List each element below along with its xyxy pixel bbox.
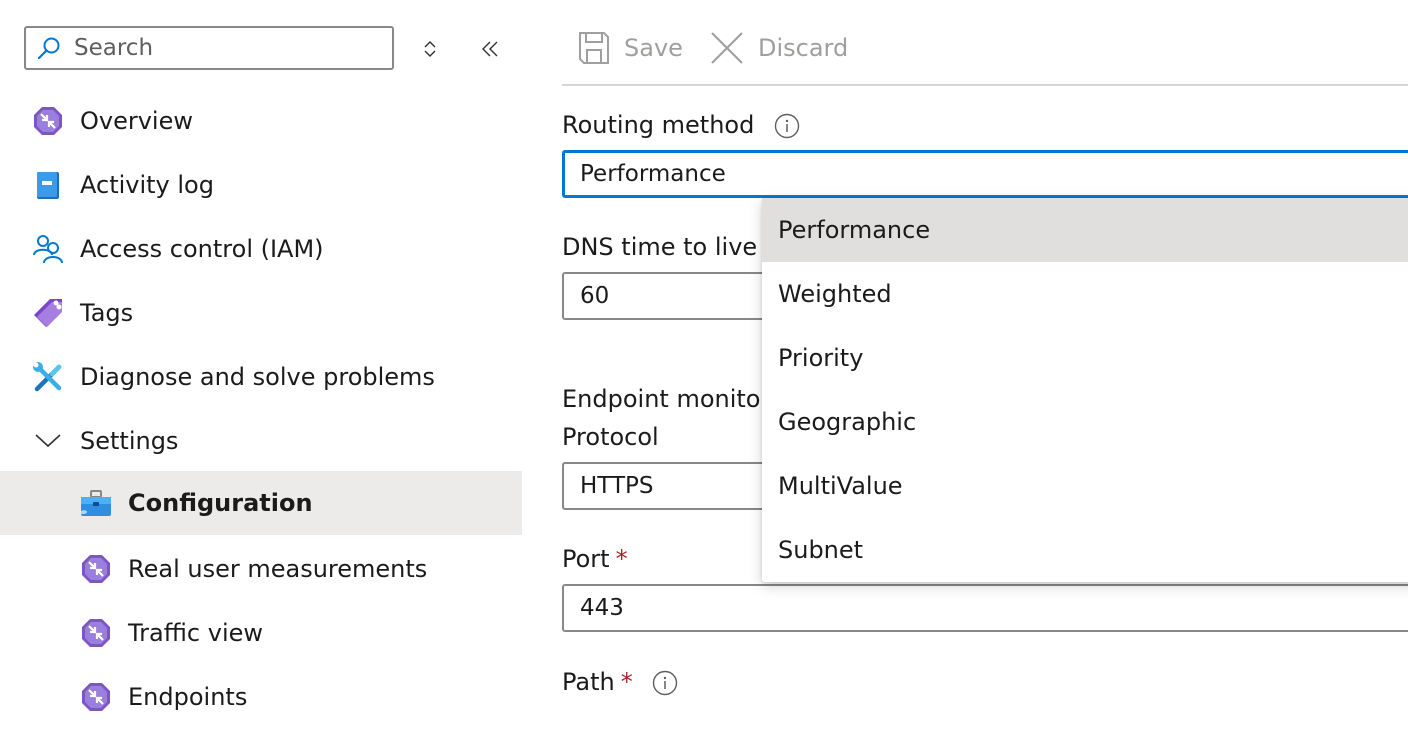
sidebar-item-label: Configuration	[128, 489, 313, 517]
traffic-manager-icon	[34, 107, 62, 135]
protocol-label: Protocol	[562, 423, 659, 451]
required-asterisk: *	[620, 668, 633, 696]
discard-button[interactable]: Discard	[710, 28, 848, 68]
info-icon[interactable]	[652, 670, 678, 696]
sidebar-item-label: Activity log	[80, 171, 214, 199]
routing-method-dropdown[interactable]: Performance	[562, 150, 1408, 198]
sidebar-item-label: Diagnose and solve problems	[80, 363, 435, 391]
expand-collapse-all-button[interactable]	[418, 34, 442, 64]
routing-method-options: Performance Weighted Priority Geographic…	[762, 198, 1408, 582]
sidebar-item-traffic-view[interactable]: Traffic view	[0, 601, 522, 665]
sidebar-item-endpoints[interactable]: Endpoints	[0, 665, 522, 729]
endpoint-monitor-heading: Endpoint monitor	[562, 385, 771, 413]
collapse-sidebar-button[interactable]	[478, 34, 502, 64]
port-value: 443	[580, 595, 624, 621]
sidebar-item-activity-log[interactable]: Activity log	[0, 153, 522, 217]
port-label-text: Port	[562, 545, 610, 573]
save-label: Save	[624, 34, 683, 62]
dns-ttl-label: DNS time to live (	[562, 233, 775, 261]
chevron-down-icon	[35, 434, 61, 448]
sidebar-item-real-user-measurements[interactable]: Real user measurements	[0, 537, 522, 601]
option-performance[interactable]: Performance	[762, 198, 1408, 262]
sidebar-item-overview[interactable]: Overview	[0, 89, 522, 153]
traffic-manager-icon	[82, 683, 110, 711]
search-icon	[37, 37, 60, 60]
port-input[interactable]: 443	[562, 584, 1408, 632]
command-bar: Save Discard	[562, 0, 1408, 86]
sidebar-item-label: Overview	[80, 107, 193, 135]
close-icon	[711, 32, 743, 64]
protocol-value: HTTPS	[580, 473, 654, 499]
port-label: Port *	[562, 545, 628, 573]
sidebar-item-tags[interactable]: Tags	[0, 281, 522, 345]
dns-ttl-value: 60	[580, 283, 610, 309]
sidebar-item-diagnose[interactable]: Diagnose and solve problems	[0, 345, 522, 409]
sidebar-item-access-control[interactable]: Access control (IAM)	[0, 217, 522, 281]
option-priority[interactable]: Priority	[762, 326, 1408, 390]
routing-method-label: Routing method	[562, 111, 800, 139]
option-geographic[interactable]: Geographic	[762, 390, 1408, 454]
sidebar-item-configuration[interactable]: Configuration	[0, 471, 522, 535]
search-box[interactable]	[24, 26, 394, 70]
sidebar-item-label: Settings	[80, 427, 179, 455]
discard-label: Discard	[758, 34, 849, 62]
sidebar-item-label: Access control (IAM)	[80, 235, 324, 263]
double-chevron-left-icon	[482, 41, 498, 57]
option-weighted[interactable]: Weighted	[762, 262, 1408, 326]
sidebar-group-settings[interactable]: Settings	[0, 409, 522, 473]
toolbox-icon	[81, 490, 111, 516]
required-asterisk: *	[615, 545, 628, 573]
option-multivalue[interactable]: MultiValue	[762, 454, 1408, 518]
people-icon	[33, 235, 63, 264]
activity-log-icon	[37, 172, 59, 199]
path-label-text: Path	[562, 668, 615, 696]
search-input[interactable]	[74, 35, 354, 61]
sidebar-item-label: Tags	[80, 299, 134, 327]
traffic-manager-icon	[82, 619, 110, 647]
routing-method-value: Performance	[580, 161, 726, 187]
save-icon	[579, 32, 609, 64]
path-label: Path *	[562, 668, 678, 696]
info-icon[interactable]	[774, 113, 800, 139]
sidebar-item-label: Real user measurements	[128, 555, 428, 583]
save-button[interactable]: Save	[578, 28, 683, 68]
wrench-screwdriver-icon	[33, 362, 62, 392]
sidebar-item-label: Traffic view	[128, 619, 263, 647]
traffic-manager-icon	[82, 555, 110, 583]
routing-method-label-text: Routing method	[562, 111, 755, 139]
updown-diamond-icon	[424, 41, 436, 57]
sidebar-item-label: Endpoints	[128, 683, 248, 711]
tag-icon	[34, 299, 62, 327]
sidebar: Overview Activity log Access control (IA…	[0, 0, 522, 711]
option-subnet[interactable]: Subnet	[762, 518, 1408, 582]
